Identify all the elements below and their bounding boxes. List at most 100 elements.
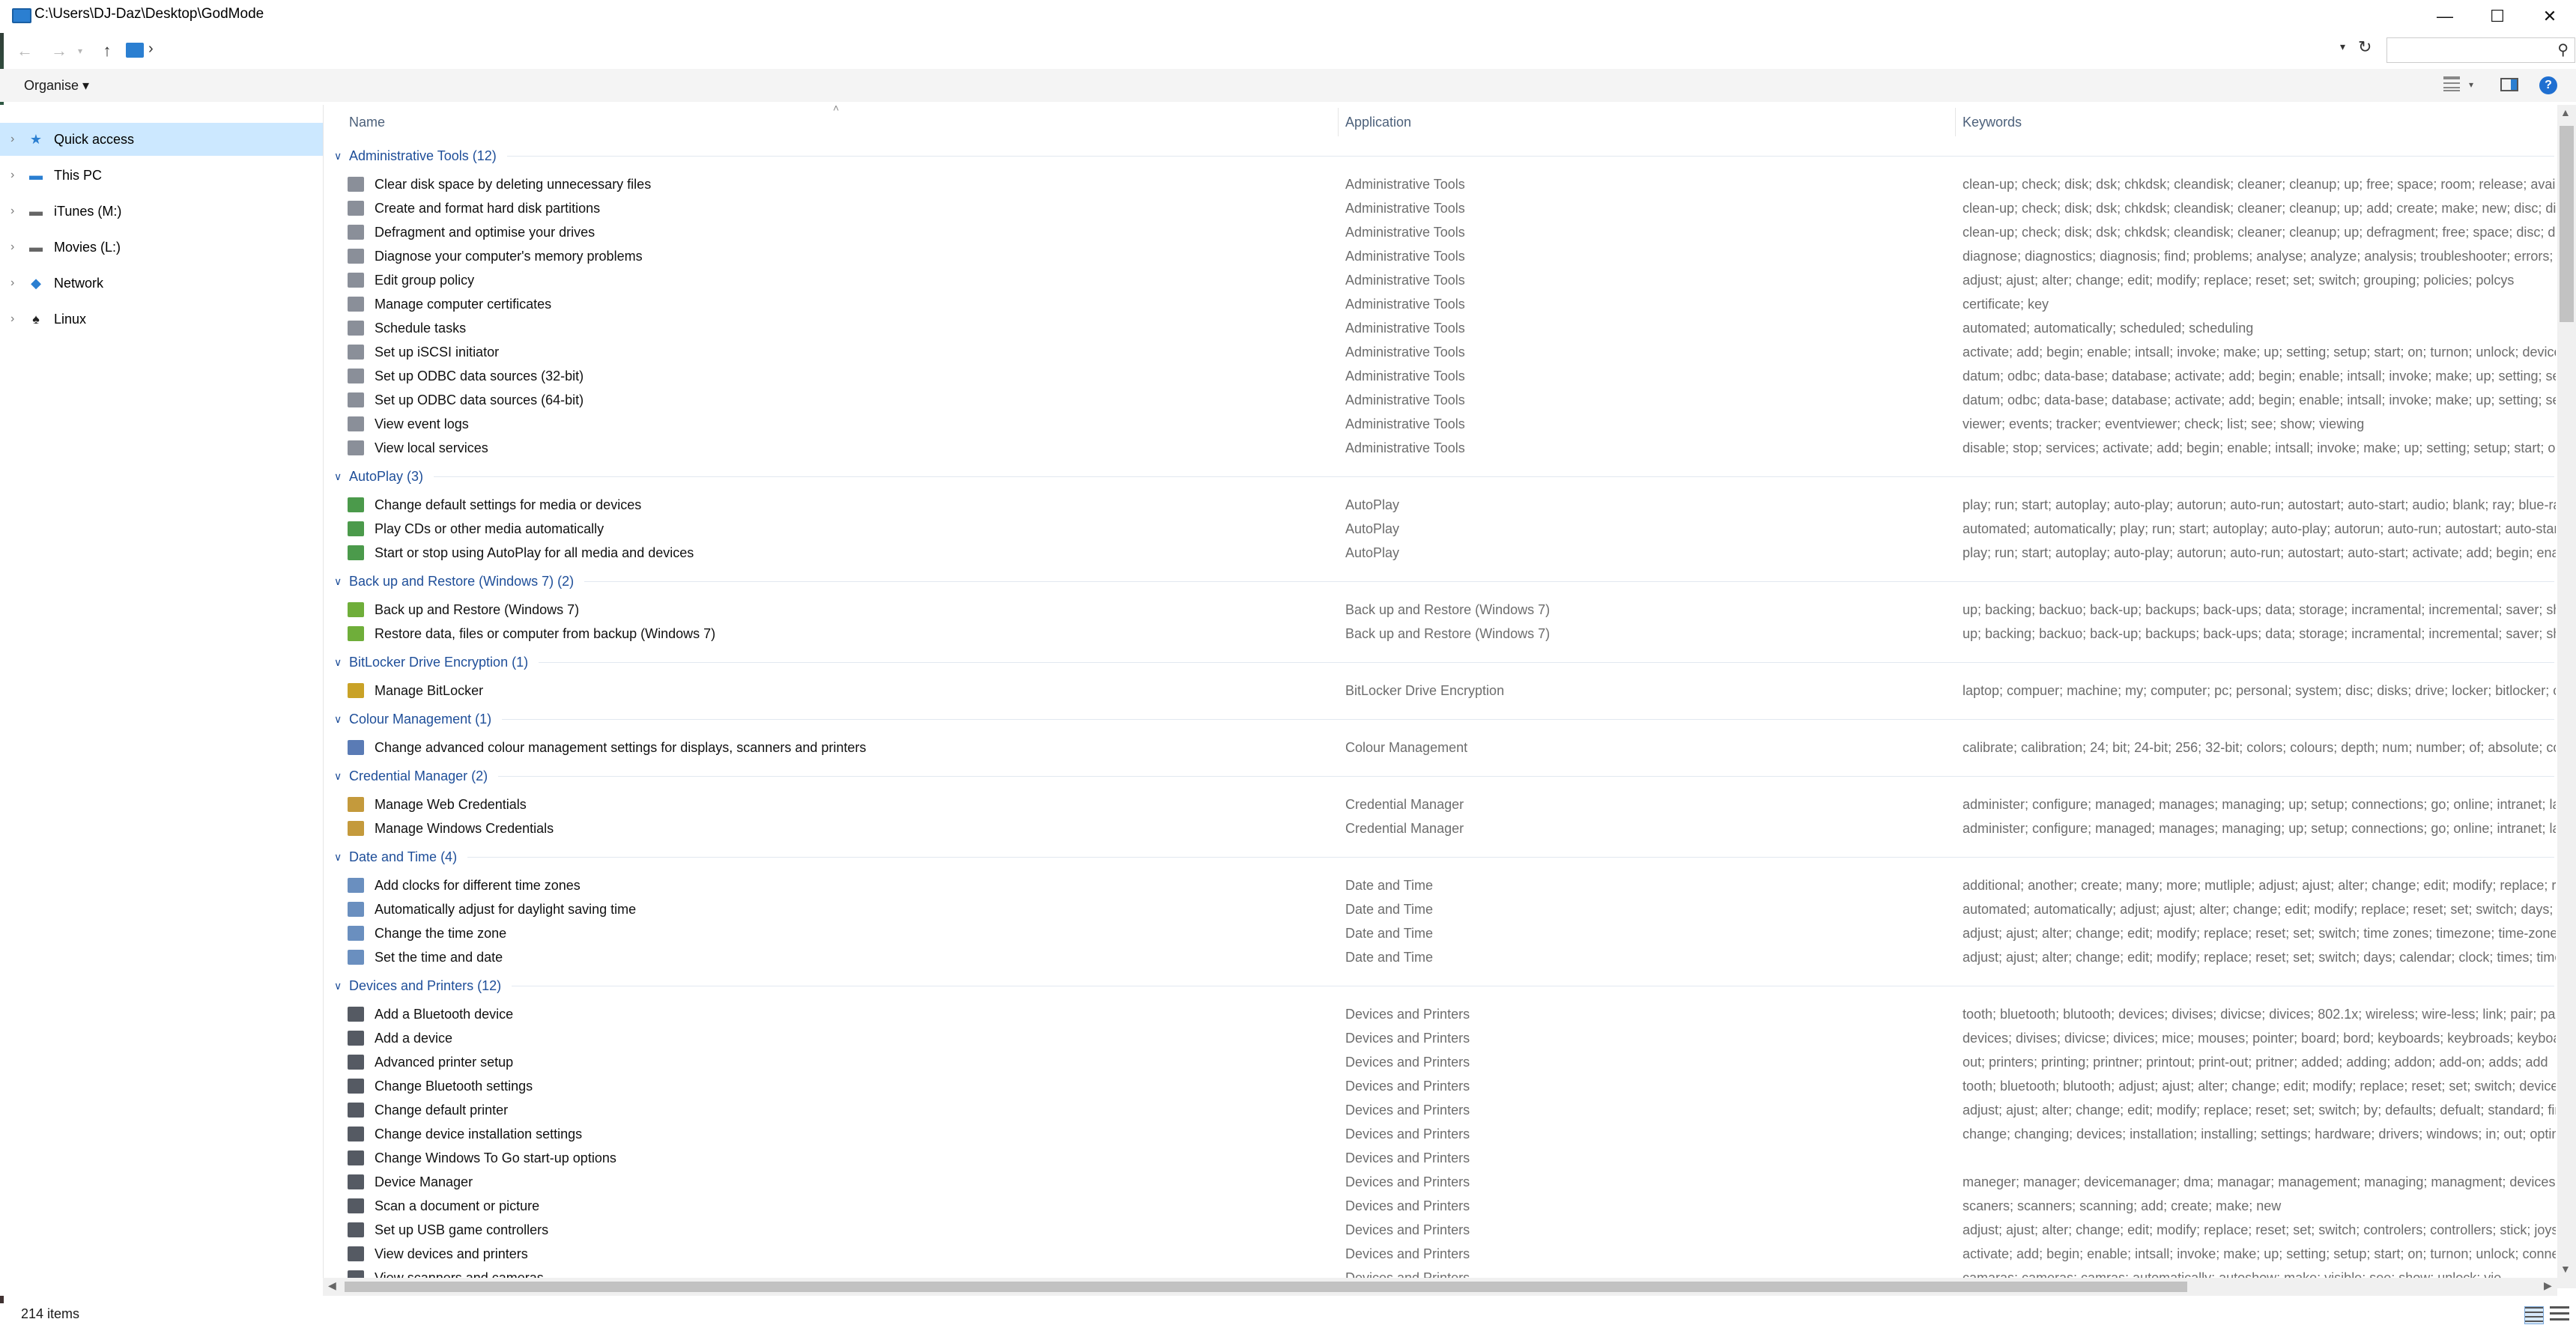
list-item[interactable]: Start or stop using AutoPlay for all med… xyxy=(330,541,2556,565)
preview-pane-icon[interactable] xyxy=(2500,78,2518,91)
list-item[interactable]: Manage BitLocker BitLocker Drive Encrypti… xyxy=(330,679,2556,703)
group-header[interactable]: ∨ Devices and Printers (12) xyxy=(330,974,2554,998)
list-item[interactable]: Change default settings for media or dev… xyxy=(330,493,2556,517)
list-item[interactable]: Diagnose your computer's memory problems… xyxy=(330,244,2556,268)
list-item[interactable]: View local services Administrative Tools d… xyxy=(330,436,2556,460)
list-item[interactable]: Change Bluetooth settings Devices and Pri… xyxy=(330,1074,2556,1098)
list-item[interactable]: Set up ODBC data sources (32-bit) Adminis… xyxy=(330,364,2556,388)
item-keywords: administer; configure; managed; manages;… xyxy=(1963,820,2556,836)
group-header[interactable]: ∨ Administrative Tools (12) xyxy=(330,144,2554,168)
list-item[interactable]: Advanced printer setup Devices and Printe… xyxy=(330,1050,2556,1074)
up-arrow-icon[interactable]: ↑ xyxy=(94,39,120,63)
large-icons-view-icon[interactable] xyxy=(2550,1306,2569,1324)
collapse-chevron-icon[interactable]: ∨ xyxy=(330,575,349,588)
list-item[interactable]: Set up ODBC data sources (64-bit) Adminis… xyxy=(330,388,2556,412)
nav-item-network[interactable]: › ◆ Network xyxy=(0,267,323,300)
list-item[interactable]: Clear disk space by deleting unnecessary… xyxy=(330,172,2556,196)
list-item[interactable]: Change advanced colour management settin… xyxy=(330,736,2556,759)
collapse-chevron-icon[interactable]: ∨ xyxy=(330,851,349,864)
column-header-keywords[interactable]: Keywords xyxy=(1963,108,2022,136)
column-header-name[interactable]: Name xyxy=(349,108,385,136)
list-item[interactable]: Edit group policy Administrative Tools adj… xyxy=(330,268,2556,292)
group-header[interactable]: ∨ AutoPlay (3) xyxy=(330,464,2554,488)
scroll-right-icon[interactable]: ▶ xyxy=(2544,1279,2552,1292)
list-item[interactable]: Schedule tasks Administrative Tools automa… xyxy=(330,316,2556,340)
list-item[interactable]: Play CDs or other media automatically Aut… xyxy=(330,517,2556,541)
expand-chevron-icon[interactable]: › xyxy=(10,133,27,146)
view-options-icon[interactable] xyxy=(2443,76,2460,91)
list-item[interactable]: Manage computer certificates Administrati… xyxy=(330,292,2556,316)
nav-item-itunes-m[interactable]: › ▬ iTunes (M:) xyxy=(0,195,323,228)
refresh-icon[interactable]: ↻ xyxy=(2358,37,2372,57)
list-item[interactable]: Automatically adjust for daylight saving… xyxy=(330,897,2556,921)
list-item[interactable]: Set up USB game controllers Devices and P… xyxy=(330,1218,2556,1242)
list-item[interactable]: Change default printer Devices and Printe… xyxy=(330,1098,2556,1122)
recent-locations-chevron-icon[interactable]: ▾ xyxy=(72,39,88,63)
nav-item-this-pc[interactable]: › ▬ This PC xyxy=(0,159,323,192)
collapse-chevron-icon[interactable]: ∨ xyxy=(330,150,349,163)
path-chevron-icon[interactable]: › xyxy=(148,40,154,58)
list-item[interactable]: Back up and Restore (Windows 7) Back up a… xyxy=(330,598,2556,622)
vertical-scroll-thumb[interactable] xyxy=(2560,126,2574,322)
expand-chevron-icon[interactable]: › xyxy=(10,169,27,182)
list-item[interactable]: Create and format hard disk partitions Ad… xyxy=(330,196,2556,220)
group-header[interactable]: ∨ Colour Management (1) xyxy=(330,707,2554,731)
list-item[interactable]: Change the time zone Date and Time adjust;… xyxy=(330,921,2556,945)
list-item[interactable]: Scan a document or picture Devices and Pr… xyxy=(330,1194,2556,1218)
forward-arrow-icon[interactable]: → xyxy=(46,39,72,63)
help-icon[interactable]: ? xyxy=(2539,76,2557,94)
expand-chevron-icon[interactable]: › xyxy=(10,312,27,326)
list-item[interactable]: View event logs Administrative Tools viewe… xyxy=(330,412,2556,436)
scroll-left-icon[interactable]: ◀ xyxy=(328,1279,336,1292)
group-header[interactable]: ∨ BitLocker Drive Encryption (1) xyxy=(330,650,2554,674)
nav-item-quick-access[interactable]: › ★ Quick access xyxy=(0,123,323,156)
list-item[interactable]: Set up iSCSI initiator Administrative Too… xyxy=(330,340,2556,364)
group-header[interactable]: ∨ Back up and Restore (Windows 7) (2) xyxy=(330,569,2554,593)
back-arrow-icon[interactable]: ← xyxy=(12,39,37,63)
collapse-chevron-icon[interactable]: ∨ xyxy=(330,656,349,669)
list-item[interactable]: Change device installation settings Devic… xyxy=(330,1122,2556,1146)
scroll-up-icon[interactable]: ▲ xyxy=(2560,106,2571,118)
details-view-icon[interactable] xyxy=(2524,1306,2544,1324)
expand-chevron-icon[interactable]: › xyxy=(10,204,27,218)
address-dropdown-icon[interactable]: ▾ xyxy=(2340,40,2345,53)
control-panel-item-icon xyxy=(348,201,364,216)
list-item[interactable]: Device Manager Devices and Printers manege… xyxy=(330,1170,2556,1194)
column-header-application[interactable]: Application xyxy=(1345,108,1411,136)
collapse-chevron-icon[interactable]: ∨ xyxy=(330,470,349,483)
close-button[interactable]: ✕ xyxy=(2515,0,2576,33)
address-input[interactable]: › xyxy=(120,37,2367,63)
view-dropdown-icon[interactable]: ▾ xyxy=(2469,79,2473,90)
list-item[interactable]: Add clocks for different time zones Date … xyxy=(330,873,2556,897)
scroll-down-icon[interactable]: ▼ xyxy=(2560,1263,2571,1275)
group-header[interactable]: ∨ Credential Manager (2) xyxy=(330,764,2554,788)
collapse-chevron-icon[interactable]: ∨ xyxy=(330,770,349,783)
item-application: Devices and Printers xyxy=(1345,1006,1470,1022)
search-input[interactable]: ⚲ xyxy=(2386,37,2575,63)
list-item[interactable]: Defragment and optimise your drives Admin… xyxy=(330,220,2556,244)
organise-menu-button[interactable]: Organise ▾ xyxy=(24,78,89,94)
list-item[interactable]: Change Windows To Go start-up options Dev… xyxy=(330,1146,2556,1170)
control-panel-icon xyxy=(126,43,144,58)
column-separator[interactable] xyxy=(1955,108,1956,136)
nav-item-linux[interactable]: › ♠ Linux xyxy=(0,303,323,336)
list-item[interactable]: Restore data, files or computer from bac… xyxy=(330,622,2556,646)
item-name: Set up ODBC data sources (64-bit) xyxy=(375,392,584,407)
list-item[interactable]: Manage Windows Credentials Credential Man… xyxy=(330,816,2556,840)
collapse-chevron-icon[interactable]: ∨ xyxy=(330,713,349,726)
group-header[interactable]: ∨ Date and Time (4) xyxy=(330,845,2554,869)
list-item[interactable]: Add a device Devices and Printers devices;… xyxy=(330,1026,2556,1050)
list-item[interactable]: Set the time and date Date and Time adjust… xyxy=(330,945,2556,969)
list-item[interactable]: Add a Bluetooth device Devices and Printe… xyxy=(330,1002,2556,1026)
expand-chevron-icon[interactable]: › xyxy=(10,276,27,290)
control-panel-item-icon xyxy=(348,440,364,455)
horizontal-scroll-thumb[interactable] xyxy=(345,1282,2187,1292)
list-item[interactable]: Manage Web Credentials Credential Manager… xyxy=(330,792,2556,816)
nav-item-movies-l[interactable]: › ▬ Movies (L:) xyxy=(0,231,323,264)
expand-chevron-icon[interactable]: › xyxy=(10,240,27,254)
list-item[interactable]: View devices and printers Devices and Pri… xyxy=(330,1242,2556,1266)
column-separator[interactable] xyxy=(1338,108,1339,136)
collapse-chevron-icon[interactable]: ∨ xyxy=(330,980,349,992)
pane-divider[interactable] xyxy=(323,105,324,1296)
item-name: Start or stop using AutoPlay for all med… xyxy=(375,545,694,560)
